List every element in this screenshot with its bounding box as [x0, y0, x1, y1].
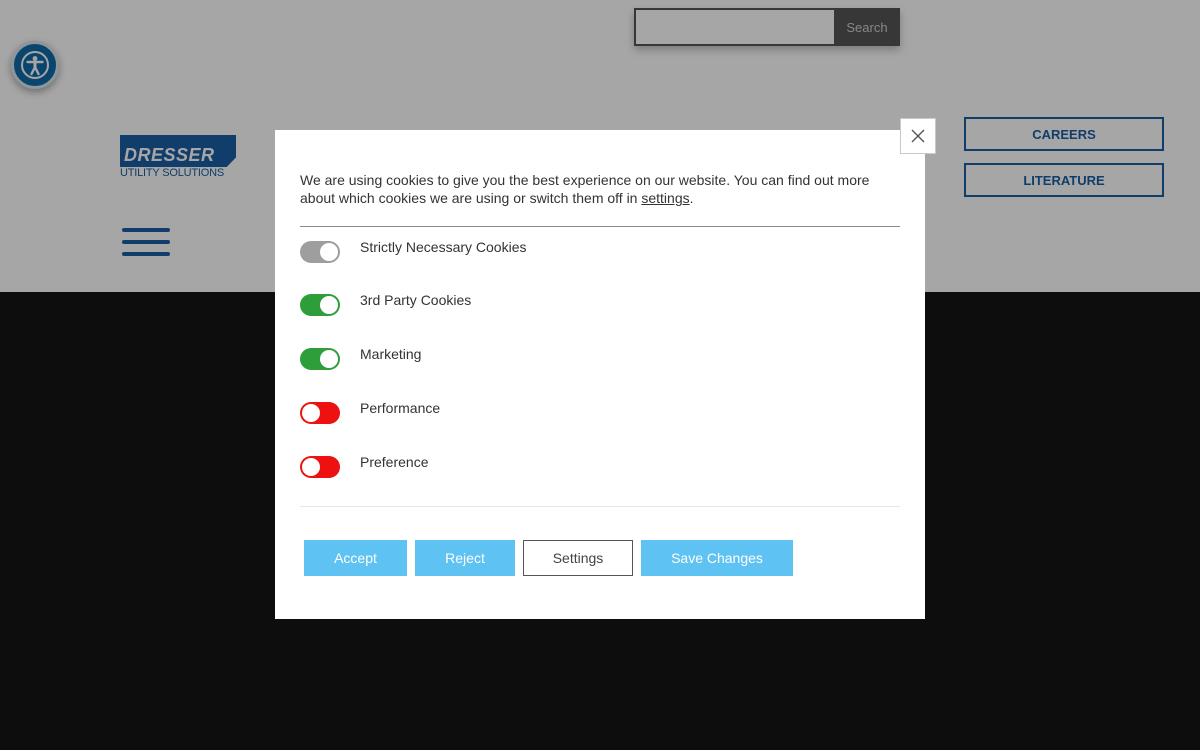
cookie-row: 3rd Party Cookies [300, 292, 900, 318]
cookie-row-label: Performance [360, 400, 441, 416]
cookie-toggle[interactable] [300, 456, 340, 478]
toggle-knob [302, 458, 320, 476]
settings-button[interactable]: Settings [523, 540, 633, 576]
cookie-row: Marketing [300, 346, 900, 372]
cookie-intro-text: We are using cookies to give you the bes… [300, 171, 900, 207]
toggle-knob [320, 296, 338, 314]
close-icon [911, 129, 925, 143]
divider [300, 226, 900, 227]
cookie-row-label: Preference [360, 454, 429, 470]
settings-link[interactable]: settings [641, 190, 689, 206]
intro-text: We are using cookies to give you the bes… [300, 172, 870, 206]
cookie-toggle[interactable] [300, 294, 340, 316]
cookie-row: Performance [300, 400, 900, 426]
close-button[interactable] [900, 118, 936, 154]
save-changes-button[interactable]: Save Changes [641, 540, 793, 576]
cookie-toggle[interactable] [300, 348, 340, 370]
toggle-knob [320, 350, 338, 368]
cookie-consent-modal: We are using cookies to give you the bes… [275, 118, 936, 619]
reject-button[interactable]: Reject [415, 540, 515, 576]
toggle-knob [320, 243, 338, 261]
cookie-row: Strictly Necessary Cookies [300, 239, 900, 265]
divider [300, 506, 900, 507]
toggle-knob [302, 404, 320, 422]
cookie-row-label: Marketing [360, 346, 422, 362]
cookie-row: Preference [300, 454, 900, 480]
cookie-toggle[interactable] [300, 402, 340, 424]
intro-end: . [689, 190, 694, 206]
accept-button[interactable]: Accept [304, 540, 407, 576]
cookie-row-label: Strictly Necessary Cookies [360, 239, 527, 255]
cookie-toggle[interactable] [300, 241, 340, 263]
cookie-row-label: 3rd Party Cookies [360, 292, 472, 308]
